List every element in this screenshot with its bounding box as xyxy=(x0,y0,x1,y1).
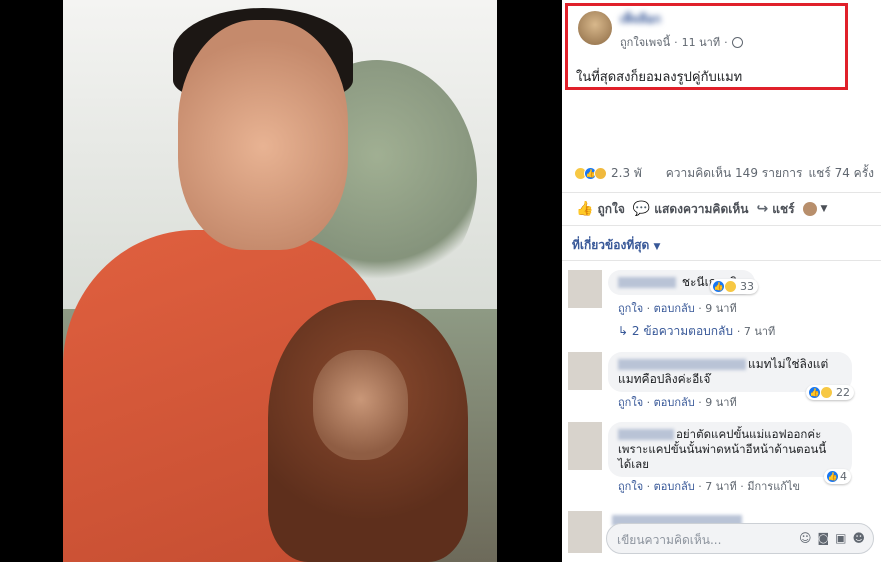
photo-orangutan-face xyxy=(313,350,408,460)
commenter-avatar[interactable] xyxy=(568,270,602,308)
like-icon: 👍 xyxy=(826,470,839,483)
post-caption: ในที่สุดสงก็ยอมลงรูปคู่กับแมท xyxy=(576,70,743,85)
comment-reactions[interactable]: 👍 22 xyxy=(806,385,854,400)
page-avatar[interactable] xyxy=(578,11,612,45)
divider xyxy=(562,260,881,261)
comment-time[interactable]: 7 นาที xyxy=(705,480,736,493)
reaction-icons[interactable]: 👍 xyxy=(574,167,607,180)
comment-time[interactable]: 9 นาที xyxy=(705,302,736,315)
comment-meta: ถูกใจ · ตอบกลับ · 9 นาที xyxy=(618,396,737,409)
like-button[interactable]: 👍 ถูกใจ xyxy=(576,200,625,219)
commenter-avatar[interactable] xyxy=(568,352,602,390)
comment-like-link[interactable]: ถูกใจ xyxy=(618,302,643,315)
edited-label[interactable]: มีการแก้ไข xyxy=(747,480,800,493)
chevron-down-icon: ▼ xyxy=(653,242,661,252)
commenter-name[interactable] xyxy=(618,277,676,288)
comment-reply-link[interactable]: ตอบกลับ xyxy=(654,302,695,315)
reply-arrow-icon: ↳ xyxy=(618,324,629,338)
thumbs-up-icon: 👍 xyxy=(576,201,594,217)
comment-bubble: อย่าตัดแคปขั้นแม่แอฟออกค่ะ เพราะแคปขั้นน… xyxy=(608,422,852,477)
haha-icon xyxy=(820,386,833,399)
profile-selector[interactable]: ▼ xyxy=(802,202,828,216)
page-name-link[interactable]: เพ็จลือก xyxy=(620,10,661,29)
commenter-avatar[interactable] xyxy=(568,511,602,553)
comment-count[interactable]: ความคิดเห็น 149 รายการ xyxy=(666,164,803,183)
share-icon: ↪ xyxy=(756,201,769,217)
globe-icon xyxy=(731,36,743,48)
commenter-name[interactable] xyxy=(618,429,674,440)
post-time[interactable]: 11 นาที xyxy=(682,33,720,51)
post-meta: ถูกใจเพจนี้ · 11 นาที · xyxy=(620,33,743,51)
post-header: เพ็จลือก ถูกใจเพจนี้ · 11 นาที · ในที่สุ… xyxy=(562,0,881,100)
post-side-panel: เพ็จลือก ถูกใจเพจนี้ · 11 นาที · ในที่สุ… xyxy=(562,0,881,562)
sticker-icon[interactable]: ☻ xyxy=(852,531,865,545)
comment-icon: 💬 xyxy=(632,201,651,217)
reaction-count[interactable]: 2.3 พั xyxy=(611,164,642,183)
emoji-icon[interactable]: ☺ xyxy=(799,531,812,545)
action-bar: 👍 ถูกใจ 💬 แสดงความคิดเห็น ↪ แชร์ ▼ xyxy=(562,192,881,226)
comment-like-link[interactable]: ถูกใจ xyxy=(618,396,643,409)
comment-reply-link[interactable]: ตอบกลับ xyxy=(654,480,695,493)
comment-meta: ถูกใจ · ตอบกลับ · 7 นาที · มีการแก้ไข xyxy=(618,480,801,493)
comment-sort-dropdown[interactable]: ที่เกี่ยวข้องที่สุด ▼ xyxy=(572,236,660,255)
chevron-down-icon: ▼ xyxy=(820,204,828,214)
post-photo[interactable] xyxy=(63,0,497,562)
view-replies-link[interactable]: ↳ 2 ข้อความตอบกลับ · 7 นาที xyxy=(618,322,775,341)
like-page-link[interactable]: ถูกใจเพจนี้ xyxy=(620,33,670,51)
user-avatar-icon xyxy=(802,202,817,216)
comment-meta: ถูกใจ · ตอบกลับ · 9 นาที xyxy=(618,302,737,315)
comment-reactions[interactable]: 👍 4 xyxy=(824,469,851,484)
camera-icon[interactable]: ◙ xyxy=(817,531,829,545)
post-stats: 👍 2.3 พั ความคิดเห็น 149 รายการ แชร์ 74 … xyxy=(574,164,874,183)
photo-viewer xyxy=(0,0,562,562)
gif-icon[interactable]: ▣ xyxy=(835,531,846,545)
share-button[interactable]: ↪ แชร์ xyxy=(756,200,794,219)
composer-icons: ☺ ◙ ▣ ☻ xyxy=(799,531,865,545)
wow-icon xyxy=(594,167,607,180)
comment-reply-link[interactable]: ตอบกลับ xyxy=(654,396,695,409)
comment-like-link[interactable]: ถูกใจ xyxy=(618,480,643,493)
comment-button[interactable]: 💬 แสดงความคิดเห็น xyxy=(633,200,749,219)
commenter-name[interactable] xyxy=(618,359,746,370)
photo-man-face xyxy=(178,20,348,250)
commenter-avatar[interactable] xyxy=(568,422,602,470)
comment-time[interactable]: 9 นาที xyxy=(705,396,736,409)
share-count[interactable]: แชร์ 74 ครั้ง xyxy=(808,164,874,183)
comment-reactions[interactable]: 👍 33 xyxy=(710,279,758,294)
haha-icon xyxy=(724,280,737,293)
comment-input[interactable]: เขียนความคิดเห็น... ☺ ◙ ▣ ☻ xyxy=(606,523,874,554)
